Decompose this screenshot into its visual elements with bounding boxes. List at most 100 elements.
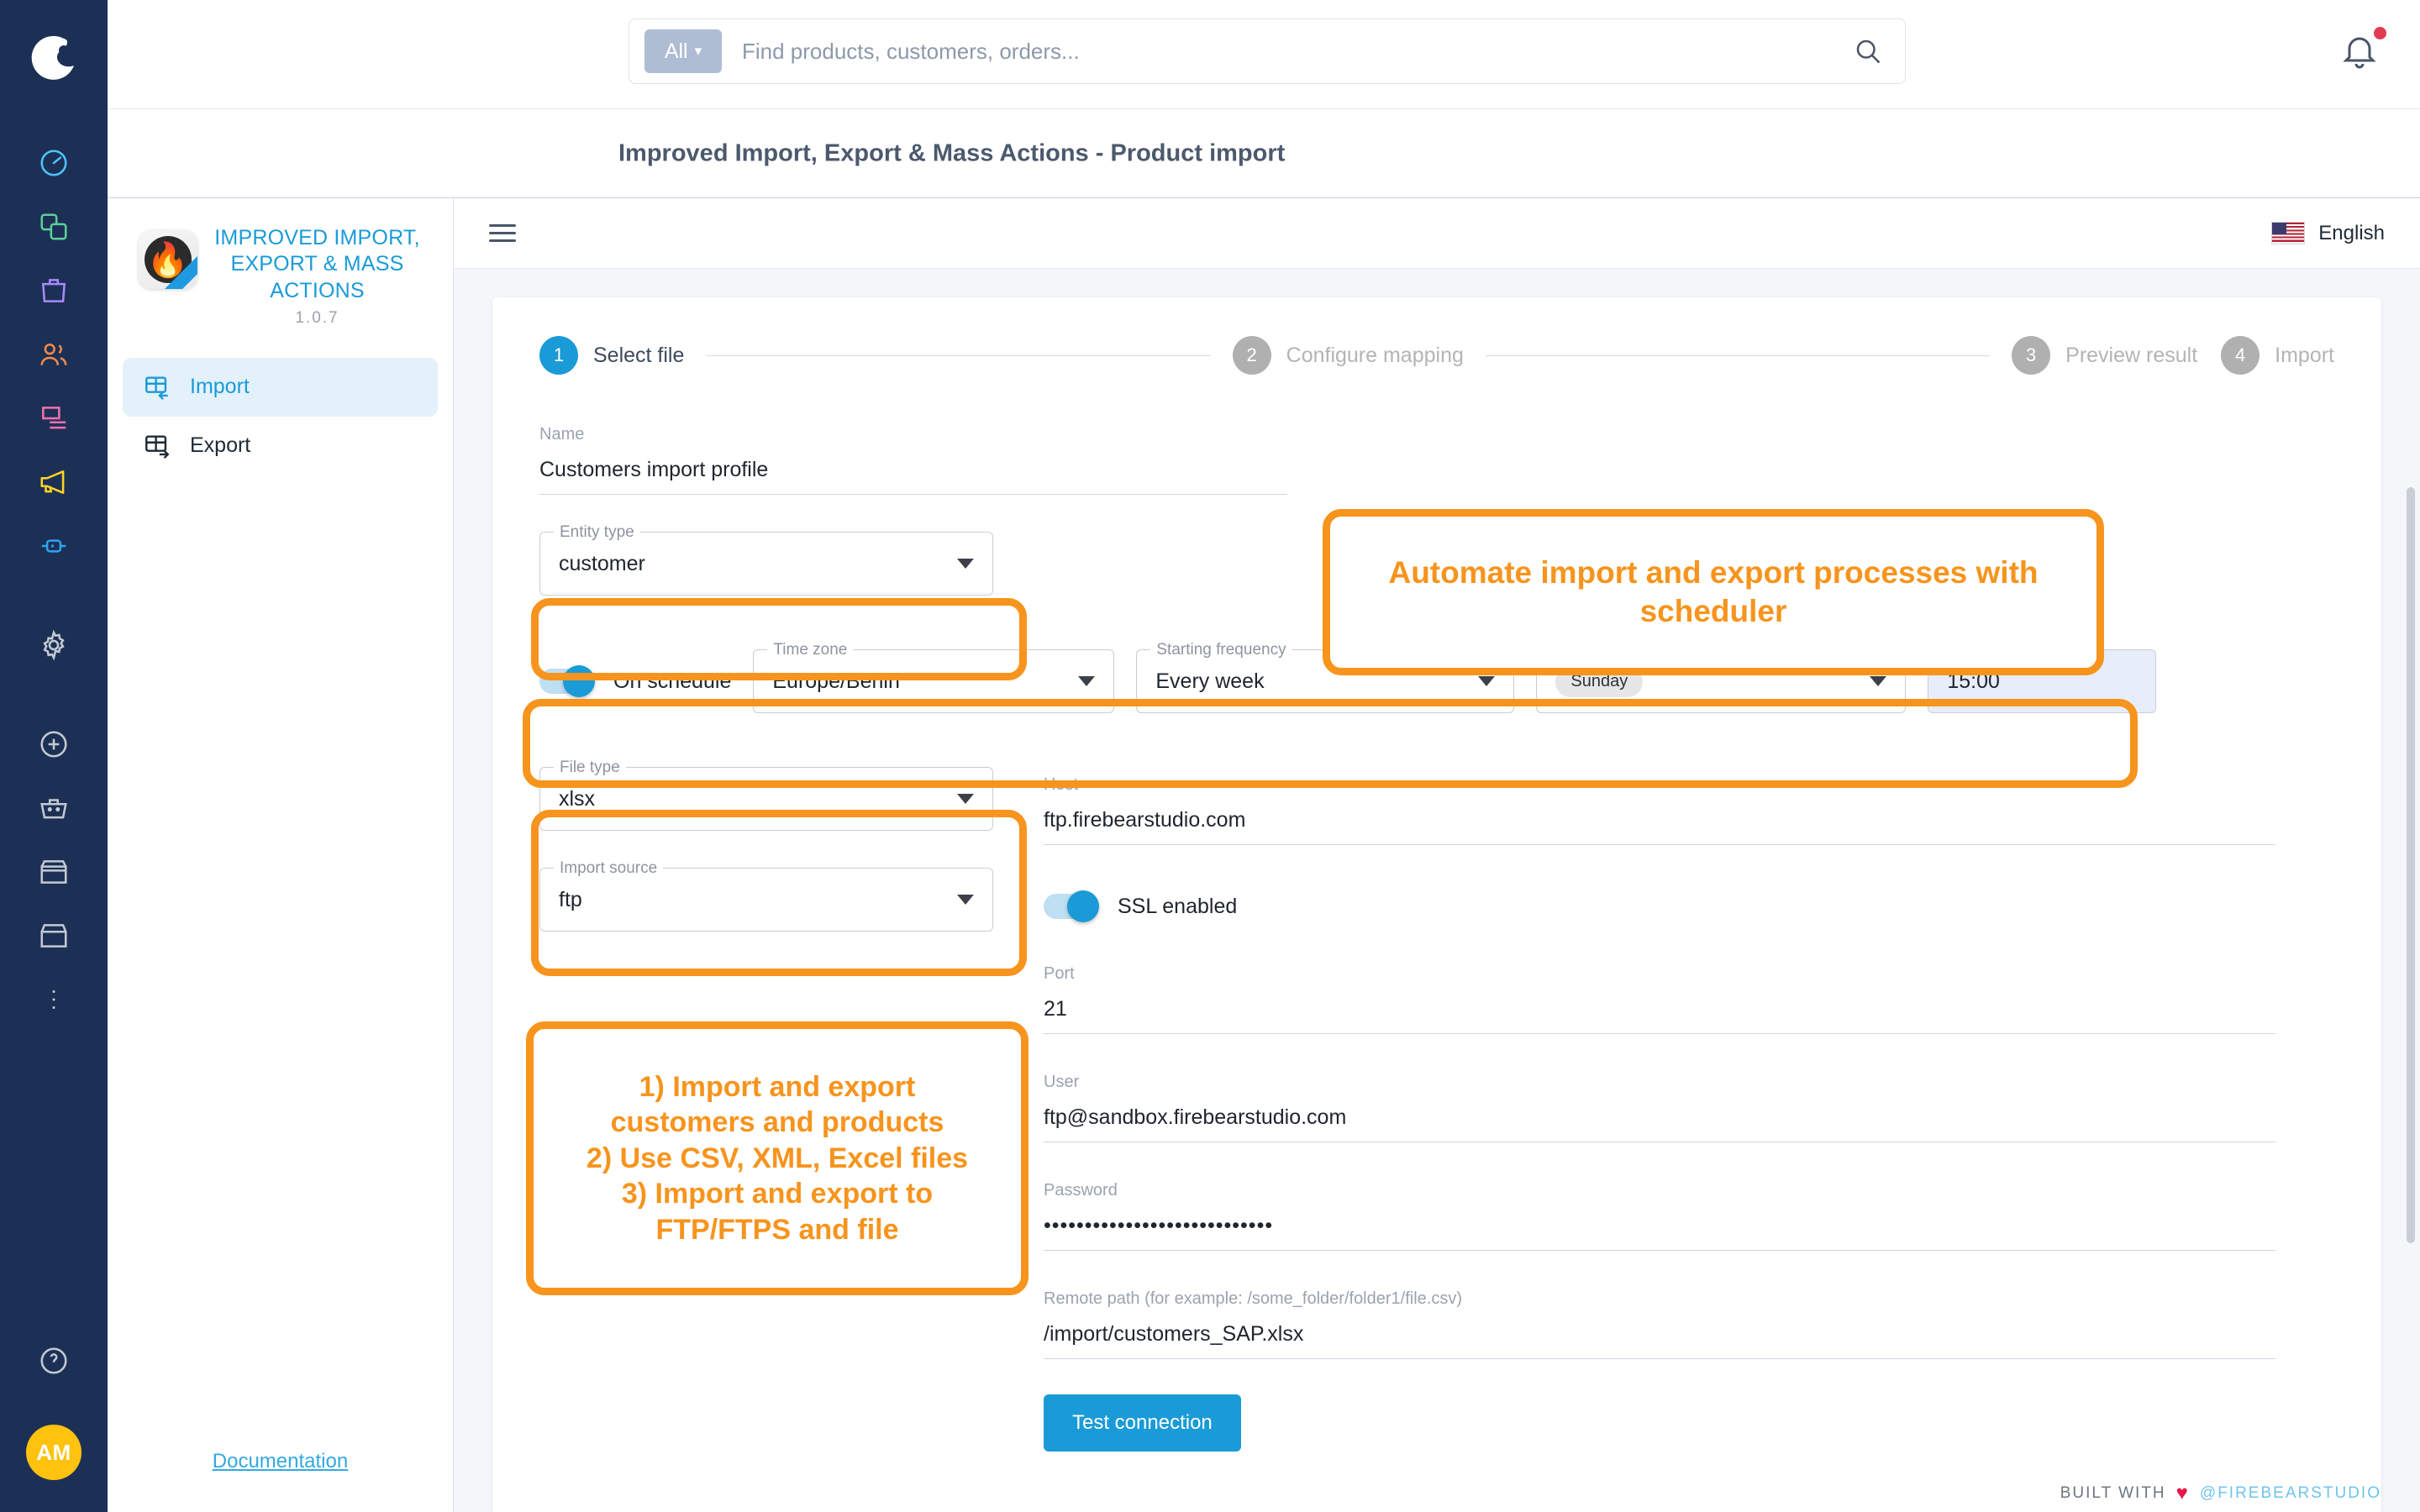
import-source-value: ftp [559,888,582,912]
module-name: IMPROVED IMPORT, EXPORT & MASS ACTIONS [213,225,423,304]
timezone-value: Europe/Berlin [772,669,899,694]
file-type-label: File type [554,759,626,777]
user-field[interactable]: User [1044,1073,2275,1142]
chevron-down-icon: ▾ [695,43,702,60]
host-label: Host [1044,775,2275,795]
shopware-logo-icon[interactable] [27,30,81,84]
import-source-select[interactable]: Import source ftp [539,868,993,932]
shop-icon[interactable] [12,904,96,968]
chevron-down-icon [957,895,974,905]
step-label: Configure mapping [1286,344,1464,368]
entity-type-value: customer [559,552,645,576]
topbar: All ▾ [108,0,2420,109]
password-input[interactable] [1044,1210,2275,1251]
on-schedule-toggle[interactable] [539,669,592,694]
sidebar-item-import[interactable]: Import [123,358,438,417]
sidebar-item-label: Import [190,375,250,399]
import-wizard-card: 1 Select file 2 Configure mapping 3 Prev… [492,297,2381,1512]
module-sidebar: 🔥 IMPROVED IMPORT, EXPORT & MASS ACTIONS… [108,198,454,1512]
firebear-handle[interactable]: @FIREBEARSTUDIO [2200,1484,2381,1503]
callout-feature-line: 3) Import and export to [622,1176,933,1212]
ssl-enabled-toggle[interactable] [1044,894,1096,919]
callout-feature-line: FTP/FTPS and file [655,1212,898,1248]
password-label: Password [1044,1181,2275,1200]
step-preview-result[interactable]: 3 Preview result [2012,336,2197,375]
profile-name-input[interactable] [539,454,1287,495]
language-label: English [2318,222,2385,245]
ssl-row: SSL enabled [1044,894,2275,919]
entity-type-label: Entity type [554,523,640,542]
profile-name-field[interactable]: Name [539,425,1287,495]
settings-gear-icon[interactable] [12,613,96,677]
import-table-icon [143,373,171,402]
step-configure-mapping[interactable]: 2 Configure mapping [1233,336,1464,375]
step-connector [1486,355,1990,356]
add-circle-icon[interactable] [12,712,96,776]
callout-scheduler-text: Automate import and export processes wit… [1352,554,2075,632]
ftp-connection-panel: Host SSL enabled Port [1044,767,2334,1452]
callout-feature-line: 2) Use CSV, XML, Excel files [587,1141,968,1177]
chevron-down-icon [1078,676,1095,686]
language-selector[interactable]: English [2271,222,2385,245]
step-number: 1 [539,336,578,375]
content-scroll-area[interactable]: 1 Select file 2 Configure mapping 3 Prev… [454,269,2420,1512]
global-search[interactable]: All ▾ [629,18,1906,84]
vertical-scrollbar[interactable] [2407,487,2415,1243]
password-field[interactable]: Password [1044,1181,2275,1251]
search-icon[interactable] [1831,36,1905,66]
avatar[interactable]: AM [26,1425,82,1480]
step-select-file[interactable]: 1 Select file [539,336,684,375]
store-icon[interactable] [12,840,96,904]
content-icon[interactable] [12,386,96,450]
step-import[interactable]: 4 Import [2221,336,2334,375]
import-source-label: Import source [554,859,663,878]
port-label: Port [1044,964,2275,984]
wizard-stepper: 1 Select file 2 Configure mapping 3 Prev… [492,297,2381,375]
port-field[interactable]: Port [1044,964,2275,1034]
help-circle-icon[interactable] [12,1329,96,1393]
dashboard-icon[interactable] [12,131,96,195]
more-dots-icon[interactable] [12,968,96,1032]
module-version: 1.0.7 [213,309,423,328]
step-label: Import [2275,344,2334,368]
catalogues-icon[interactable] [12,195,96,259]
remote-path-field[interactable]: Remote path (for example: /some_folder/f… [1044,1289,2275,1359]
hamburger-menu-icon[interactable] [489,224,516,242]
callout-features: 1) Import and export customers and produ… [526,1021,1028,1295]
search-input[interactable] [742,39,1831,65]
step-number: 4 [2221,336,2260,375]
port-input[interactable] [1044,994,2275,1034]
step-connector [706,355,1210,356]
global-nav-rail: AM [0,0,108,1512]
main-panel: English 1 Select file 2 Configure ma [454,198,2420,1512]
chevron-down-icon [1478,676,1495,686]
timezone-select[interactable]: Time zone Europe/Berlin [753,649,1114,713]
page-title-band: Improved Import, Export & Mass Actions -… [108,109,2420,198]
file-type-value: xlsx [559,787,595,811]
frequency-value: Every week [1155,669,1264,694]
entity-type-select[interactable]: Entity type customer [539,532,993,596]
host-field[interactable]: Host [1044,775,2275,845]
file-type-select[interactable]: File type xlsx [539,767,993,831]
basket-icon[interactable] [12,776,96,840]
chevron-down-icon [1870,676,1886,686]
sidebar-item-export[interactable]: Export [123,417,438,475]
frequency-label: Starting frequency [1150,641,1292,659]
us-flag-icon [2271,222,2305,244]
chevron-down-icon [957,559,974,569]
search-scope-dropdown[interactable]: All ▾ [644,29,722,73]
built-with-footer: BUILT WITH ♥ @FIREBEARSTUDIO [2060,1482,2381,1505]
remote-path-input[interactable] [1044,1319,2275,1359]
host-input[interactable] [1044,805,2275,845]
customers-icon[interactable] [12,323,96,386]
marketing-megaphone-icon[interactable] [12,450,96,514]
test-connection-button[interactable]: Test connection [1044,1394,1241,1452]
documentation-link[interactable]: Documentation [108,1450,453,1473]
orders-bag-icon[interactable] [12,259,96,323]
module-toolbar: English [454,198,2420,269]
extensions-plug-icon[interactable] [12,514,96,578]
notification-bell-icon[interactable] [2339,30,2380,75]
user-input[interactable] [1044,1102,2275,1142]
step-number: 3 [2012,336,2050,375]
export-table-icon [143,432,171,460]
